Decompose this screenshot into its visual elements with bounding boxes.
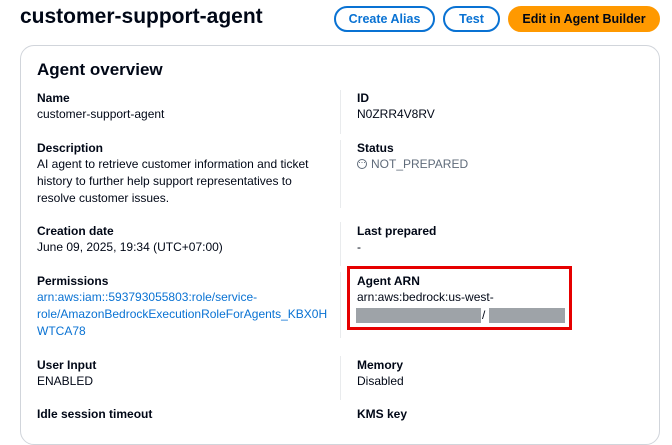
column-divider (340, 140, 341, 208)
name-value: customer-support-agent (37, 107, 165, 121)
permissions-role-link[interactable]: role/AmazonBedrockExecutionRoleForAgents… (37, 306, 327, 323)
page-title: customer-support-agent (20, 5, 263, 28)
status-label: Status (357, 141, 394, 155)
column-divider (340, 222, 341, 266)
permissions-role-link[interactable]: WTCA78 (37, 323, 86, 340)
description-label: Description (37, 141, 104, 155)
creation-date-label: Creation date (37, 224, 114, 238)
last-prepared-value: - (357, 240, 361, 254)
memory-value: Disabled (357, 374, 404, 388)
edit-in-agent-builder-button[interactable]: Edit in Agent Builder (508, 6, 660, 32)
permissions-label: Permissions (37, 274, 109, 288)
highlight-box (347, 266, 572, 330)
memory-label: Memory (357, 358, 404, 372)
id-label: ID (357, 91, 369, 105)
column-divider (340, 272, 341, 338)
name-label: Name (37, 91, 70, 105)
panel-title: Agent overview (37, 60, 163, 79)
user-input-value: ENABLED (37, 374, 94, 388)
test-button[interactable]: Test (443, 6, 500, 32)
column-divider (340, 356, 341, 400)
user-input-label: User Input (37, 358, 97, 372)
create-alias-button[interactable]: Create Alias (334, 6, 435, 32)
status-value: NOT_PREPARED (357, 154, 469, 173)
not-prepared-status-icon (357, 154, 367, 171)
status-text: NOT_PREPARED (371, 157, 469, 171)
kms-key-label: KMS key (357, 407, 408, 421)
description-line: history to further help support represen… (37, 174, 292, 188)
description-line: resolve customer issues. (37, 191, 170, 205)
idle-session-timeout-label: Idle session timeout (37, 407, 153, 421)
id-value: N0ZRR4V8RV (357, 107, 435, 121)
last-prepared-label: Last prepared (357, 224, 437, 238)
description-line: AI agent to retrieve customer informatio… (37, 157, 309, 171)
permissions-role-link[interactable]: arn:aws:iam::593793055803:role/service- (37, 289, 257, 306)
column-divider (340, 90, 341, 134)
creation-date-value: June 09, 2025, 19:34 (UTC+07:00) (37, 240, 223, 254)
